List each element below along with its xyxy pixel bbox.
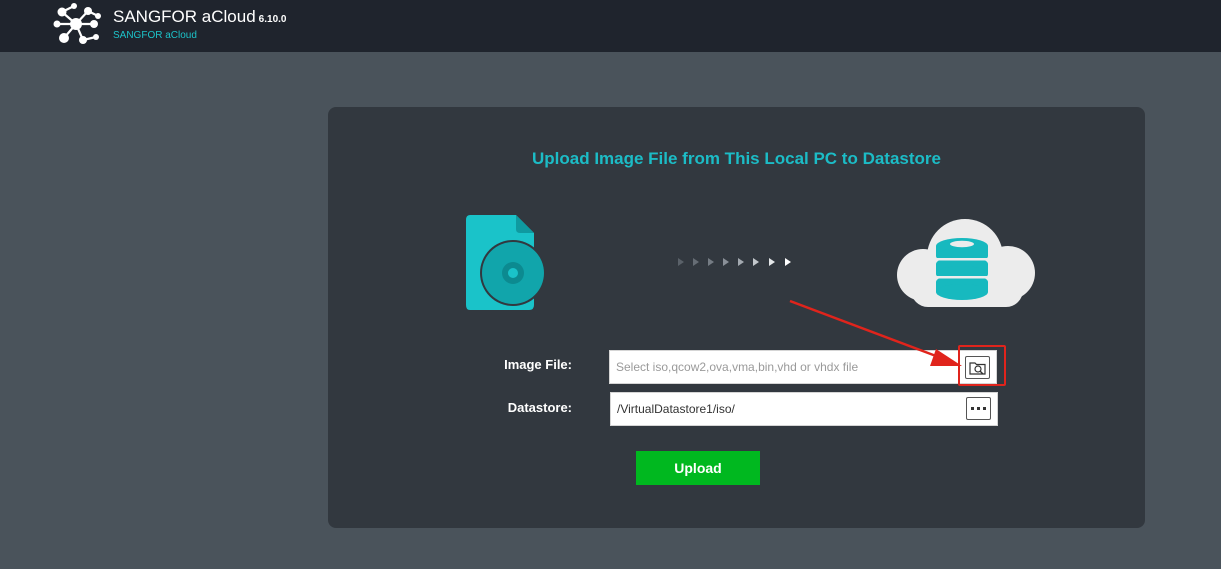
- brand: SANGFOR aCloud 6.10.0 SANGFOR aCloud: [113, 7, 287, 41]
- upload-image-dialog: Upload Image File from This Local PC to …: [328, 107, 1145, 528]
- upload-button[interactable]: Upload: [636, 451, 760, 485]
- select-datastore-button[interactable]: [966, 397, 991, 420]
- datastore-label: Datastore:: [507, 400, 572, 415]
- transfer-arrows-icon: [678, 258, 791, 266]
- more-dots-icon: [971, 407, 986, 410]
- sangfor-logo-icon: [53, 3, 101, 44]
- disc-image-file-icon: [466, 215, 546, 310]
- product-subtitle: SANGFOR aCloud: [113, 30, 197, 41]
- datastore-field: [610, 392, 998, 426]
- red-pointer-arrow: [789, 299, 962, 366]
- image-file-label: Image File:: [504, 357, 572, 372]
- top-bar: SANGFOR aCloud 6.10.0 SANGFOR aCloud: [0, 0, 1221, 52]
- datastore-input[interactable]: [611, 393, 951, 425]
- product-version: 6.10.0: [258, 14, 287, 25]
- dialog-title: Upload Image File from This Local PC to …: [531, 149, 941, 168]
- product-name: SANGFOR aCloud: [113, 7, 256, 26]
